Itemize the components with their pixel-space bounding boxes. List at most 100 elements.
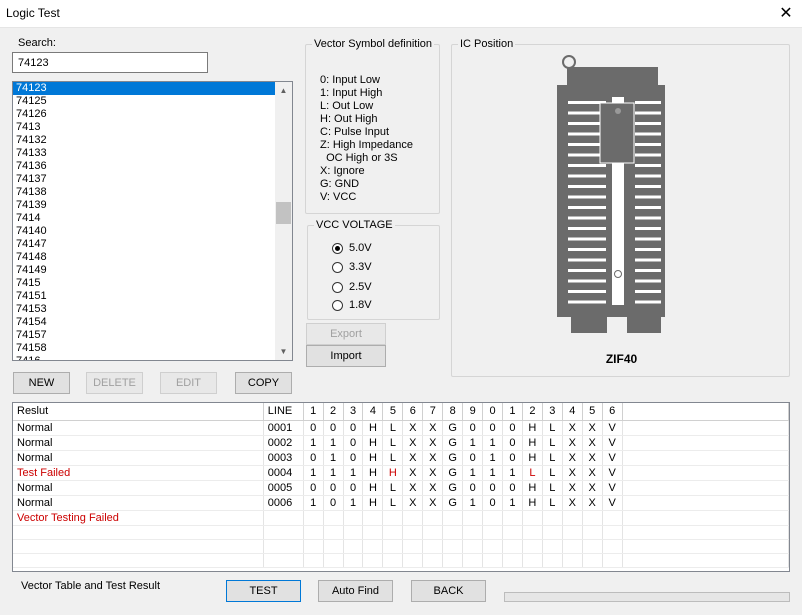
table-row[interactable]: Vector Testing Failed [13, 510, 789, 526]
auto-find-button[interactable]: Auto Find [318, 580, 393, 602]
vector-definition-line: X: Ignore [320, 165, 365, 177]
vector-definition-line: C: Pulse Input [320, 126, 390, 138]
zif-pin-slot [635, 195, 661, 199]
delete-button[interactable]: DELETE [86, 372, 143, 394]
chip-list-item[interactable]: 74148 [13, 251, 275, 264]
chip-list[interactable]: 74123 74125 74126 7413 74132 74133 74136 74137 7… [12, 81, 293, 361]
chip-list-item[interactable]: 7415 [13, 277, 275, 290]
table-row[interactable] [13, 553, 789, 568]
line-column-header[interactable]: LINE [263, 403, 304, 421]
chip-list-item[interactable]: 74123 [13, 82, 275, 95]
table-row[interactable] [13, 525, 789, 540]
table-row[interactable]: Normal 0002 1 1 0 H L X X G 1 1 0 H L X X V [13, 435, 789, 451]
pin-column-header[interactable]: 2 [522, 403, 543, 421]
pin-column-header[interactable]: 5 [582, 403, 603, 421]
copy-button[interactable]: COPY [235, 372, 292, 394]
pin-value [323, 510, 344, 526]
zif-pin-slot [635, 258, 661, 262]
chip-list-item[interactable]: 74137 [13, 173, 275, 186]
chip-list-item[interactable]: 7416 [13, 355, 275, 360]
pin-column-header[interactable]: 6 [402, 403, 424, 421]
scroll-down-icon[interactable]: ▼ [275, 343, 292, 360]
table-row[interactable]: Normal 0003 0 1 0 H L X X G 0 1 0 H L X X V [13, 450, 789, 466]
zif-pin-slot [635, 132, 661, 136]
result-status: Normal [13, 495, 264, 511]
chip-list-item[interactable]: 7414 [13, 212, 275, 225]
pin-column-header[interactable]: 9 [462, 403, 484, 421]
table-row[interactable]: Normal 0001 0 0 0 H L X X G 0 0 0 H L X X V [13, 420, 789, 436]
chip-list-item[interactable]: 7413 [13, 121, 275, 134]
pin-column-header[interactable]: 1 [502, 403, 523, 421]
pin-value: L [542, 450, 563, 466]
test-button[interactable]: TEST [226, 580, 301, 602]
results-table[interactable]: Reslut LINE 1 2 3 4 5 6 7 8 9 0 1 2 3 4 5 6 Normal 0001 0 0 0… [12, 402, 790, 572]
row-filler [622, 539, 789, 554]
pin-value: 1 [482, 450, 504, 466]
line-number [263, 510, 304, 526]
pin-column-header[interactable]: 1 [303, 403, 324, 421]
pin-column-header[interactable]: 2 [323, 403, 344, 421]
chip-list-item[interactable]: 74138 [13, 186, 275, 199]
pin-column-header[interactable]: 5 [382, 403, 404, 421]
chip-list-item[interactable]: 74151 [13, 290, 275, 303]
table-row[interactable]: Test Failed 0004 1 1 1 H H X X G 1 1 1 L L X X V [13, 465, 789, 481]
export-button[interactable]: Export [306, 323, 386, 345]
pin-value [323, 553, 344, 568]
search-input[interactable] [12, 52, 208, 73]
result-status: Normal [13, 450, 264, 466]
zif-pin-slot [568, 174, 606, 178]
chip-list-item[interactable]: 74140 [13, 225, 275, 238]
chip-list-item[interactable]: 74147 [13, 238, 275, 251]
pin-column-header[interactable]: 0 [482, 403, 504, 421]
zif-socket-diagram [557, 55, 665, 333]
pin-value [482, 539, 504, 554]
pin-column-header[interactable]: 3 [343, 403, 364, 421]
pin-column-header[interactable]: 4 [562, 403, 583, 421]
chip-list-item[interactable]: 74149 [13, 264, 275, 277]
pin-column-header[interactable]: 4 [362, 403, 384, 421]
pin-value [462, 510, 484, 526]
pin-value [442, 539, 464, 554]
chip-list-item[interactable]: 74126 [13, 108, 275, 121]
close-icon[interactable]: ✕ [774, 2, 798, 26]
line-number: 0001 [263, 420, 304, 436]
zif-pin-slot [635, 153, 661, 157]
table-row[interactable]: Normal 0006 1 0 1 H L X X G 1 0 1 H L X X V [13, 495, 789, 511]
edit-button[interactable]: EDIT [160, 372, 217, 394]
result-status [13, 553, 264, 568]
chip-list-item[interactable]: 74136 [13, 160, 275, 173]
chip-list-item[interactable]: 74154 [13, 316, 275, 329]
pin-value: X [582, 420, 603, 436]
vector-definition-line: 1: Input High [320, 87, 383, 99]
result-column-header[interactable]: Reslut [13, 403, 264, 421]
pin-column-header[interactable]: 6 [602, 403, 623, 421]
chip-list-item[interactable]: 74133 [13, 147, 275, 160]
chip-list-item[interactable]: 74153 [13, 303, 275, 316]
back-button[interactable]: BACK [411, 580, 486, 602]
chip-list-item[interactable]: 74158 [13, 342, 275, 355]
radio-button[interactable] [332, 243, 343, 254]
scroll-up-icon[interactable]: ▲ [275, 82, 292, 99]
pin-column-header[interactable]: 7 [422, 403, 444, 421]
pin-column-header[interactable]: 8 [442, 403, 464, 421]
table-row[interactable]: Normal 0005 0 0 0 H L X X G 0 0 0 H L X X V [13, 480, 789, 496]
zif-pin-slot [635, 216, 661, 220]
radio-button[interactable] [332, 282, 343, 293]
new-button[interactable]: NEW [13, 372, 70, 394]
chip-list-item[interactable]: 74132 [13, 134, 275, 147]
chip-list-scrollbar[interactable]: ▲ ▼ [275, 82, 292, 360]
chip-list-item[interactable]: 74139 [13, 199, 275, 212]
radio-button[interactable] [332, 300, 343, 311]
pin-value [602, 553, 623, 568]
import-button[interactable]: Import [306, 345, 386, 367]
chip-list-item[interactable]: 74125 [13, 95, 275, 108]
pin-column-header[interactable]: 3 [542, 403, 563, 421]
chip-list-item[interactable]: 74157 [13, 329, 275, 342]
pin-value: X [402, 420, 424, 436]
table-row[interactable] [13, 539, 789, 554]
pin-value: 0 [303, 450, 324, 466]
scroll-thumb[interactable] [276, 202, 291, 224]
pin-value: H [362, 450, 384, 466]
radio-button[interactable] [332, 262, 343, 273]
pin-value [522, 539, 543, 554]
